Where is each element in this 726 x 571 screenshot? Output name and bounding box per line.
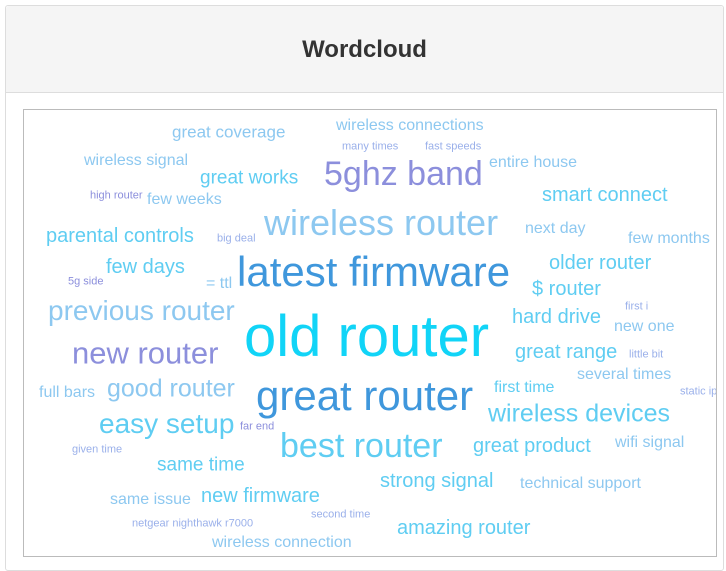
- cloud-word-hard-drive: hard drive: [512, 306, 601, 328]
- panel-heading: Wordcloud: [6, 6, 723, 93]
- cloud-word-new-one: new one: [614, 318, 675, 335]
- cloud-word-smart-connect: smart connect: [542, 184, 668, 206]
- cloud-word-high-router: high router: [90, 189, 143, 202]
- cloud-word-older-router: older router: [549, 252, 652, 274]
- wordcloud: great coverage wireless connections many t…: [23, 109, 717, 557]
- cloud-word-second-time: second time: [311, 508, 371, 521]
- cloud-word-wireless-router: wireless router: [264, 202, 499, 243]
- cloud-word-many-times: many times: [342, 140, 399, 153]
- cloud-word-technical-support: technical support: [520, 475, 641, 492]
- cloud-word-ttl: = ttl: [206, 275, 233, 292]
- cloud-word-wireless-connection: wireless connection: [212, 534, 352, 551]
- cloud-word-fast-speeds: fast speeds: [425, 140, 482, 153]
- cloud-word-5ghz-band: 5ghz band: [324, 155, 483, 193]
- cloud-word-several-times: several times: [577, 366, 672, 383]
- cloud-word-same-time: same time: [157, 454, 245, 476]
- cloud-word-first-time: first time: [494, 379, 555, 396]
- cloud-word-previous-router: previous router: [48, 295, 235, 326]
- cloud-word-next-day: next day: [525, 220, 586, 237]
- cloud-word-wifi-signal: wifi signal: [615, 434, 685, 451]
- cloud-word-best-router: best router: [280, 427, 443, 465]
- cloud-word-wireless-devices: wireless devices: [488, 399, 671, 428]
- cloud-word-few-weeks: few weeks: [147, 191, 222, 208]
- cloud-word-far-end: far end: [240, 420, 275, 433]
- cloud-word-latest-firmware: latest firmware: [237, 248, 511, 295]
- cloud-word-good-router: good router: [107, 374, 235, 403]
- cloud-word-first-i: first i: [625, 300, 649, 313]
- cloud-word-few-months: few months: [628, 230, 710, 247]
- cloud-word-new-router: new router: [72, 335, 219, 371]
- cloud-word-static-ip: static ip: [680, 385, 717, 398]
- cloud-word-netgear-nighthawk-r7000: netgear nighthawk r7000: [132, 517, 254, 530]
- cloud-word-wireless-connections: wireless connections: [336, 117, 484, 134]
- cloud-word-entire-house: entire house: [489, 154, 578, 171]
- cloud-word-parental-controls: parental controls: [46, 225, 194, 247]
- cloud-word-router: $ router: [532, 278, 601, 300]
- cloud-word-amazing-router: amazing router: [397, 517, 531, 539]
- cloud-word-few-days: few days: [106, 256, 185, 278]
- cloud-word-strong-signal: strong signal: [380, 470, 494, 492]
- wordcloud-panel: Wordcloud great coverage wireless connect…: [5, 5, 724, 571]
- cloud-word-big-deal: big deal: [217, 232, 256, 245]
- cloud-word-easy-setup: easy setup: [99, 408, 235, 439]
- cloud-word-same-issue: same issue: [110, 491, 191, 508]
- cloud-word-great-product: great product: [473, 435, 591, 457]
- cloud-word-full-bars: full bars: [39, 384, 96, 401]
- cloud-word-old-router: old router: [244, 304, 490, 369]
- cloud-word-great-coverage: great coverage: [172, 122, 286, 142]
- cloud-word-new-firmware: new firmware: [201, 485, 320, 507]
- cloud-word-5g-side: 5g side: [68, 275, 104, 288]
- cloud-word-great-range: great range: [515, 341, 618, 363]
- cloud-word-little-bit: little bit: [629, 348, 664, 361]
- cloud-word-great-router: great router: [256, 372, 474, 419]
- cloud-word-given-time: given time: [72, 443, 123, 456]
- panel-title: Wordcloud: [302, 36, 427, 63]
- cloud-word-great-works: great works: [200, 167, 299, 189]
- cloud-word-wireless-signal: wireless signal: [84, 152, 189, 169]
